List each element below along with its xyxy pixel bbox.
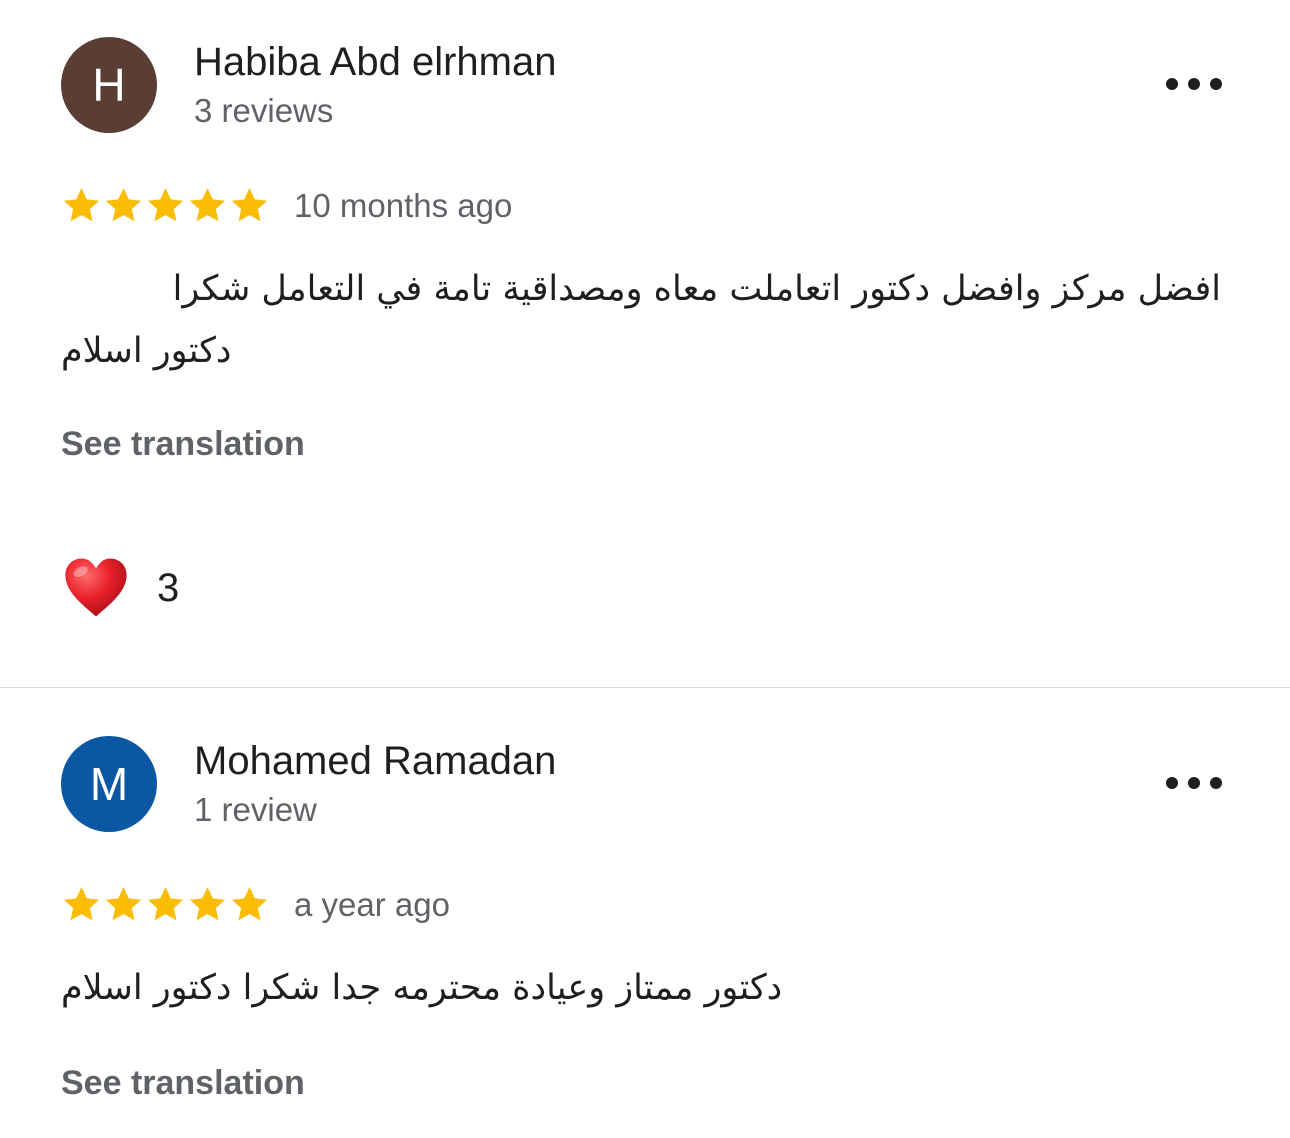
more-options-dot	[1188, 78, 1200, 90]
star-icon	[105, 188, 142, 222]
see-translation-link[interactable]: See translation	[61, 1064, 305, 1103]
review-count: 3 reviews	[194, 92, 334, 129]
review-date: a year ago	[294, 886, 450, 923]
more-options-dot	[1166, 78, 1178, 90]
star-icon	[63, 887, 100, 921]
review-card: H Habiba Abd elrhman 3 reviews 10 months…	[0, 0, 1290, 688]
star-icon	[231, 188, 268, 222]
star-icon	[189, 188, 226, 222]
reviewer-name[interactable]: Habiba Abd elrhman	[194, 40, 556, 85]
star-icon	[231, 887, 268, 921]
star-rating	[61, 884, 270, 925]
more-options-button[interactable]	[1166, 74, 1222, 94]
star-icon	[105, 887, 142, 921]
star-rating	[61, 185, 270, 226]
avatar[interactable]: H	[61, 37, 157, 133]
heart-icon	[65, 558, 127, 617]
review-text: افضل مركز وافضل دكتور اتعاملت معاه ومصدا…	[61, 258, 1221, 382]
more-options-dot	[1210, 777, 1222, 789]
review-date: 10 months ago	[294, 187, 513, 224]
more-options-dot	[1210, 78, 1222, 90]
review-card: M Mohamed Ramadan 1 review a year ago دك…	[0, 689, 1290, 1138]
star-icon	[147, 188, 184, 222]
star-icon	[147, 887, 184, 921]
review-count: 1 review	[194, 791, 317, 828]
reaction-count: 3	[157, 565, 180, 610]
more-options-dot	[1166, 777, 1178, 789]
review-text-line-inner: دكتور اسلام	[61, 331, 232, 371]
avatar[interactable]: M	[61, 736, 157, 832]
more-options-button[interactable]	[1166, 773, 1222, 793]
review-text-line: افضل مركز وافضل دكتور اتعاملت معاه ومصدا…	[172, 269, 1221, 309]
review-text: دكتور ممتاز وعيادة محترمه جدا شكرا دكتور…	[61, 968, 783, 1008]
star-icon	[63, 188, 100, 222]
reaction-button[interactable]: 3	[61, 553, 179, 623]
divider	[0, 687, 1290, 688]
see-translation-link[interactable]: See translation	[61, 425, 305, 464]
reviewer-name[interactable]: Mohamed Ramadan	[194, 739, 556, 784]
star-icon	[189, 887, 226, 921]
review-text-line: دكتور اسلام	[61, 320, 1221, 382]
more-options-dot	[1188, 777, 1200, 789]
